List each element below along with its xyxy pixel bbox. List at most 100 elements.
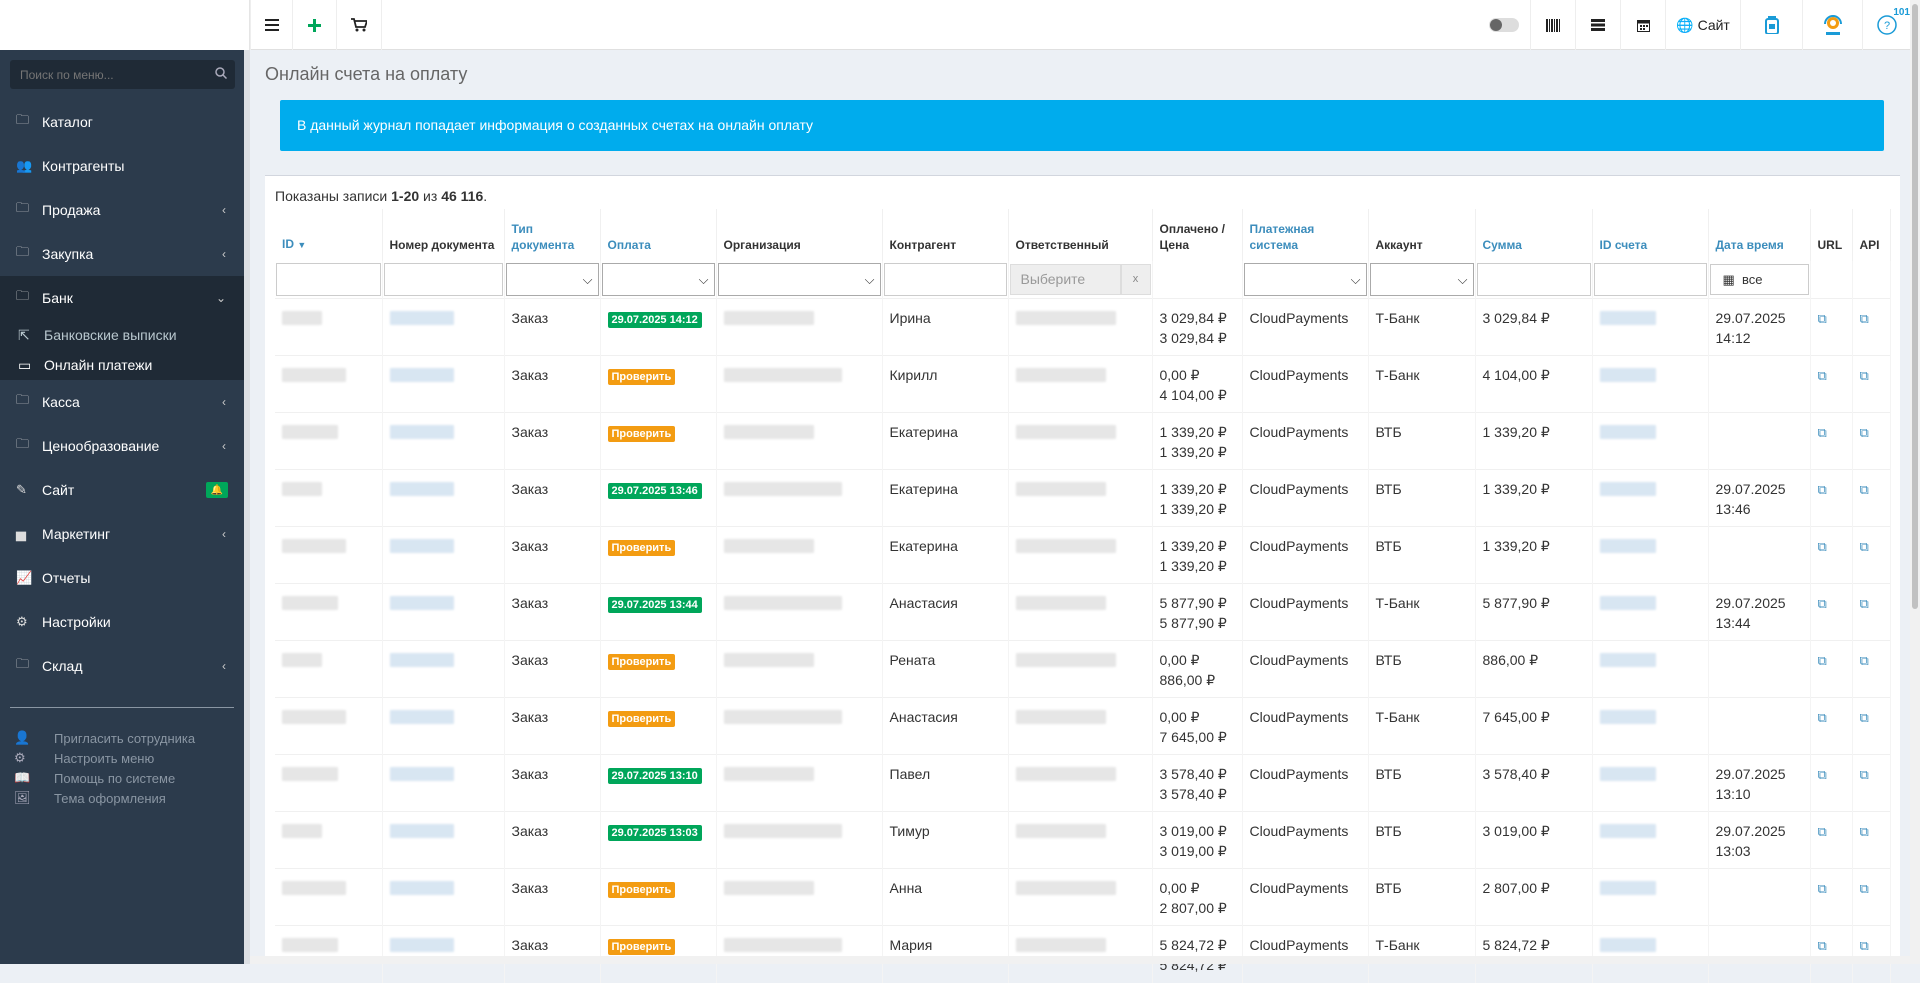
- external-link-icon[interactable]: ⧉: [1818, 425, 1827, 440]
- redacted-doc-number[interactable]: [389, 767, 454, 781]
- external-link-icon[interactable]: ⧉: [1860, 938, 1869, 953]
- filter-invoice-id-input[interactable]: [1593, 263, 1707, 296]
- external-link-icon[interactable]: ⧉: [1818, 824, 1827, 839]
- filter-sum-input[interactable]: [1476, 263, 1591, 296]
- cart-icon[interactable]: [336, 0, 382, 50]
- filter-pay-system-select[interactable]: [1243, 263, 1367, 296]
- redacted-doc-number[interactable]: [389, 881, 454, 895]
- redacted-invoice-id[interactable]: [1599, 881, 1656, 895]
- col-sum[interactable]: Сумма: [1475, 209, 1593, 261]
- jar-icon[interactable]: [1740, 0, 1802, 50]
- external-link-icon[interactable]: ⧉: [1818, 881, 1827, 896]
- col-doc-type[interactable]: Тип документа: [504, 209, 601, 261]
- redacted-doc-number[interactable]: [389, 425, 454, 439]
- redacted-invoice-id[interactable]: [1599, 767, 1656, 781]
- filter-payment-select[interactable]: [601, 263, 715, 296]
- plus-icon[interactable]: [292, 0, 336, 50]
- sidebar-subitem-online-payments[interactable]: ▭ Онлайн платежи: [0, 350, 244, 380]
- redacted-invoice-id[interactable]: [1599, 824, 1656, 838]
- redacted-doc-number[interactable]: [389, 653, 454, 667]
- server-icon[interactable]: [1575, 0, 1620, 50]
- redacted-invoice-id[interactable]: [1599, 653, 1656, 667]
- filter-counterparty-input[interactable]: [883, 263, 1007, 296]
- filter-responsible-clear[interactable]: x: [1120, 264, 1151, 295]
- theme-toggle[interactable]: [1478, 0, 1530, 50]
- col-payment[interactable]: Оплата: [600, 209, 717, 261]
- redacted-invoice-id[interactable]: [1599, 482, 1656, 496]
- col-invoice-id[interactable]: ID счета: [1592, 209, 1709, 261]
- external-link-icon[interactable]: ⧉: [1818, 767, 1827, 782]
- help-link[interactable]: 📖 Помощь по системе: [14, 770, 175, 786]
- external-link-icon[interactable]: ⧉: [1860, 482, 1869, 497]
- site-button[interactable]: 🌐 Сайт: [1665, 0, 1740, 50]
- sidebar-subitem-bank-statements[interactable]: ⇱ Банковские выписки: [0, 320, 244, 350]
- sidebar-search-input[interactable]: [10, 60, 235, 89]
- filter-doc-number-input[interactable]: [383, 263, 503, 296]
- configure-menu-link[interactable]: ⚙ Настроить меню: [14, 750, 154, 766]
- sidebar-item-counterparties[interactable]: 👥 Контрагенты: [0, 144, 244, 188]
- redacted-doc-number[interactable]: [389, 938, 454, 952]
- filter-id-input[interactable]: [276, 263, 381, 296]
- theme-link[interactable]: 🖼 Тема оформления: [14, 790, 166, 806]
- external-link-icon[interactable]: ⧉: [1818, 710, 1827, 725]
- external-link-icon[interactable]: ⧉: [1818, 596, 1827, 611]
- redacted-invoice-id[interactable]: [1599, 368, 1656, 382]
- redacted-doc-number[interactable]: [389, 710, 454, 724]
- redacted-invoice-id[interactable]: [1599, 938, 1656, 952]
- redacted-invoice-id[interactable]: [1599, 425, 1656, 439]
- filter-account-select[interactable]: [1369, 263, 1474, 296]
- external-link-icon[interactable]: ⧉: [1860, 311, 1869, 326]
- redacted-doc-number[interactable]: [389, 824, 454, 838]
- col-id[interactable]: ID ▼: [275, 209, 383, 261]
- search-icon[interactable]: [215, 67, 228, 82]
- sidebar-item-cash[interactable]: 🗀 Касса ‹: [0, 380, 244, 424]
- redacted-invoice-id[interactable]: [1599, 710, 1656, 724]
- notifications-button[interactable]: ? 101: [1862, 0, 1910, 50]
- redacted-doc-number[interactable]: [389, 482, 454, 496]
- external-link-icon[interactable]: ⧉: [1818, 482, 1827, 497]
- filter-date-button[interactable]: ▦ все: [1709, 264, 1809, 295]
- sidebar-item-settings[interactable]: ⚙ Настройки: [0, 600, 244, 644]
- external-link-icon[interactable]: ⧉: [1818, 539, 1827, 554]
- external-link-icon[interactable]: ⧉: [1860, 767, 1869, 782]
- col-pay-system[interactable]: Платежная система: [1242, 209, 1369, 261]
- redacted-doc-number[interactable]: [389, 311, 454, 325]
- sidebar-item-pricing[interactable]: 🗀 Ценообразование ‹: [0, 424, 244, 468]
- sidebar-item-purchase[interactable]: 🗀 Закупка ‹: [0, 232, 244, 276]
- sidebar-item-sales[interactable]: 🗀 Продажа ‹: [0, 188, 244, 232]
- redacted-doc-number[interactable]: [389, 596, 454, 610]
- sidebar-item-warehouse[interactable]: 🗀 Склад ‹: [0, 644, 244, 688]
- external-link-icon[interactable]: ⧉: [1860, 596, 1869, 611]
- support-icon[interactable]: [1802, 0, 1862, 50]
- hamburger-icon[interactable]: [250, 0, 292, 50]
- sidebar-item-reports[interactable]: 📈 Отчеты: [0, 556, 244, 600]
- redacted-doc-number[interactable]: [389, 368, 454, 382]
- horizontal-scrollbar[interactable]: [250, 956, 1910, 964]
- filter-organization-select[interactable]: [717, 263, 881, 296]
- sidebar-item-marketing[interactable]: ▅ Маркетинг ‹: [0, 512, 244, 556]
- external-link-icon[interactable]: ⧉: [1818, 653, 1827, 668]
- external-link-icon[interactable]: ⧉: [1860, 881, 1869, 896]
- barcode-icon[interactable]: [1530, 0, 1575, 50]
- page-scrollbar-thumb[interactable]: [1912, 4, 1918, 609]
- external-link-icon[interactable]: ⧉: [1860, 710, 1869, 725]
- external-link-icon[interactable]: ⧉: [1860, 368, 1869, 383]
- filter-doc-type-select[interactable]: [505, 263, 599, 296]
- redacted-invoice-id[interactable]: [1599, 311, 1656, 325]
- sidebar-item-catalog[interactable]: 🗀 Каталог: [0, 100, 244, 144]
- redacted-doc-number[interactable]: [389, 539, 454, 553]
- external-link-icon[interactable]: ⧉: [1860, 653, 1869, 668]
- redacted-invoice-id[interactable]: [1599, 539, 1656, 553]
- external-link-icon[interactable]: ⧉: [1818, 311, 1827, 326]
- filter-responsible-select[interactable]: Выберите: [1009, 264, 1121, 295]
- sidebar-item-bank[interactable]: 🗀 Банк ⌄: [0, 276, 244, 320]
- external-link-icon[interactable]: ⧉: [1860, 824, 1869, 839]
- redacted-invoice-id[interactable]: [1599, 596, 1656, 610]
- external-link-icon[interactable]: ⧉: [1818, 368, 1827, 383]
- page-scrollbar[interactable]: [1910, 0, 1920, 964]
- col-datetime[interactable]: Дата время: [1708, 209, 1811, 261]
- external-link-icon[interactable]: ⧉: [1860, 539, 1869, 554]
- external-link-icon[interactable]: ⧉: [1818, 938, 1827, 953]
- sidebar-item-site[interactable]: ✎ Сайт 🔔: [0, 468, 244, 512]
- invite-employee-link[interactable]: 👤 Пригласить сотрудника: [14, 730, 195, 746]
